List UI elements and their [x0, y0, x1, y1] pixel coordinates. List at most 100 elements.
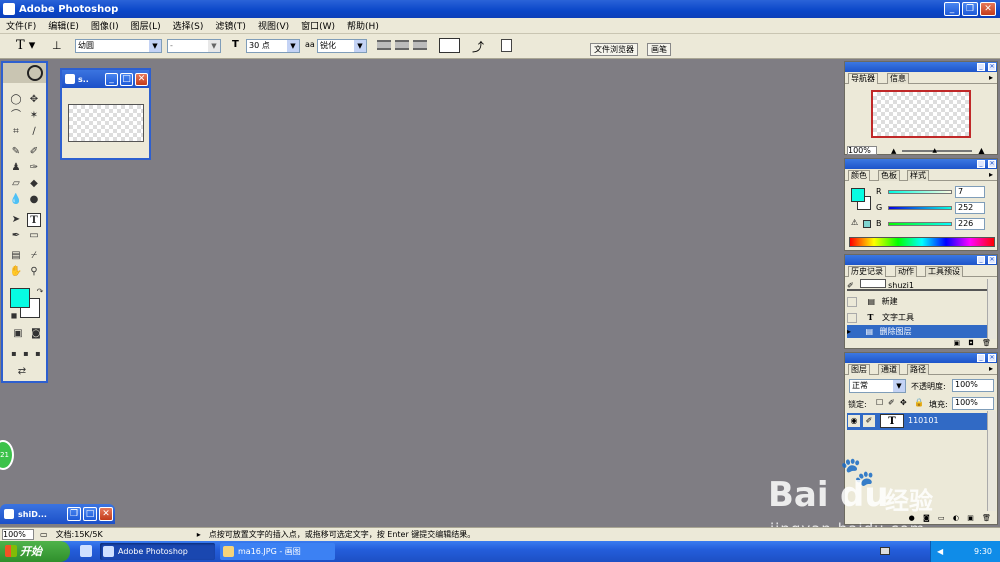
zoom-in-icon[interactable]: ▲	[978, 146, 984, 155]
status-zoom[interactable]: 100%	[2, 529, 34, 540]
doc-close-button[interactable]: ✕	[135, 72, 148, 86]
status-menu-icon[interactable]: ▸	[197, 530, 201, 539]
history-item[interactable]: ▤ 新建	[847, 295, 987, 309]
minimize-button[interactable]: _	[944, 2, 960, 16]
restore-button[interactable]: ❐	[962, 2, 978, 16]
history-item[interactable]: T 文字工具	[847, 310, 987, 324]
gamut-warning-icon[interactable]: ⚠	[851, 218, 858, 227]
fill-input[interactable]: 100%	[952, 397, 994, 410]
b-slider[interactable]	[888, 222, 952, 226]
palettes-toggle-icon[interactable]	[501, 39, 512, 52]
eraser-icon[interactable]: ▱	[9, 177, 23, 191]
color-foreground-swatch[interactable]	[851, 188, 865, 202]
text-color-swatch[interactable]	[439, 38, 460, 53]
doc-maximize-button[interactable]: □	[120, 72, 133, 86]
r-slider[interactable]	[888, 190, 952, 194]
menu-window[interactable]: 窗口(W)	[295, 19, 341, 32]
standard-mode-icon[interactable]: ▣	[11, 327, 25, 341]
g-slider[interactable]	[888, 206, 952, 210]
navigator-zoom-value[interactable]: 100%	[847, 146, 877, 155]
text-orientation-icon[interactable]: ⊥	[52, 39, 62, 52]
adjustment-layer-icon[interactable]: ◐	[953, 514, 959, 522]
tab-actions[interactable]: 动作	[895, 266, 917, 277]
new-snapshot-icon[interactable]: ◘	[968, 339, 974, 347]
minimized-document-window[interactable]: shiD... ❐ □ ✕	[0, 504, 115, 524]
tab-history[interactable]: 历史记录	[848, 266, 886, 277]
document-window[interactable]: s.. _ □ ✕	[60, 68, 151, 160]
align-right-icon[interactable]	[413, 40, 427, 50]
tab-brushes[interactable]: 画笔	[647, 43, 671, 56]
navigator-preview[interactable]	[871, 90, 971, 138]
history-item-active[interactable]: ▸ ▤ 删除图层	[847, 325, 987, 338]
history-brush-icon[interactable]: ✑	[27, 161, 41, 175]
marquee-icon[interactable]: ◯	[9, 93, 23, 107]
new-document-from-state-icon[interactable]: ▣	[953, 339, 960, 347]
swap-colors-icon[interactable]: ↷	[33, 285, 47, 299]
blur-icon[interactable]: 💧	[9, 193, 23, 207]
b-input[interactable]: 226	[955, 218, 985, 230]
menu-image[interactable]: 图像(I)	[85, 19, 125, 32]
keyboard-tray-icon[interactable]	[880, 547, 890, 555]
menu-file[interactable]: 文件(F)	[0, 19, 42, 32]
zoom-icon[interactable]: ⚲	[27, 265, 41, 279]
menu-view[interactable]: 视图(V)	[252, 19, 295, 32]
shape-icon[interactable]: ▭	[27, 229, 41, 243]
tab-info[interactable]: 信息	[887, 73, 909, 84]
move-icon[interactable]: ✥	[27, 93, 41, 107]
zoom-out-icon[interactable]: ▲	[891, 147, 896, 155]
antialias-select[interactable]: 锐化 ▼	[317, 39, 367, 53]
quick-mask-icon[interactable]: ◙	[29, 327, 43, 341]
gamut-swatch[interactable]	[863, 220, 871, 228]
tab-styles[interactable]: 样式	[907, 170, 929, 181]
min-restore-button[interactable]: ❐	[67, 507, 81, 521]
side-floating-badge[interactable]: 21	[0, 440, 14, 470]
align-center-icon[interactable]	[395, 40, 409, 50]
close-button[interactable]: ✕	[980, 2, 996, 16]
slice-icon[interactable]: ∕	[27, 125, 41, 139]
tab-layers[interactable]: 图层	[848, 364, 870, 375]
type-icon[interactable]: T	[27, 213, 41, 227]
brush-link-icon[interactable]: ✐	[863, 415, 875, 427]
jump-to-imageready-icon[interactable]: ⇄	[15, 365, 29, 379]
align-left-icon[interactable]	[377, 40, 391, 50]
hand-icon[interactable]: ✋	[9, 265, 23, 279]
dodge-icon[interactable]: ●	[27, 193, 41, 207]
tab-navigator[interactable]: 导航器	[848, 73, 878, 84]
color-spectrum-bar[interactable]	[849, 237, 995, 247]
doc-minimize-button[interactable]: _	[105, 72, 118, 86]
font-family-select[interactable]: 幼圆 ▼	[75, 39, 162, 53]
blend-mode-select[interactable]: 正常 ▼	[849, 379, 906, 393]
paint-bucket-icon[interactable]: ◆	[27, 177, 41, 191]
layers-scrollbar[interactable]	[987, 411, 996, 511]
zoom-slider[interactable]: ▲	[902, 147, 973, 154]
tab-file-browser[interactable]: 文件浏览器	[590, 43, 638, 56]
lasso-icon[interactable]: ⌒	[9, 109, 23, 123]
text-tool-icon[interactable]: T ▾	[16, 38, 35, 53]
path-select-icon[interactable]: ➤	[9, 213, 23, 227]
adobe-eye-icon[interactable]	[27, 65, 43, 81]
new-layer-icon[interactable]: ▣	[967, 514, 974, 522]
document-canvas[interactable]	[68, 104, 144, 142]
warp-text-icon[interactable]: ⤴	[472, 38, 484, 55]
tab-swatches[interactable]: 色板	[878, 170, 900, 181]
menu-edit[interactable]: 编辑(E)	[42, 19, 85, 32]
r-input[interactable]: 7	[955, 186, 985, 198]
palette-menu-icon[interactable]: ▸	[987, 73, 995, 84]
quick-launch-icon[interactable]	[80, 545, 92, 557]
lock-transparency-icon[interactable]: ☐	[876, 398, 883, 407]
font-style-select[interactable]: - ▼	[167, 39, 221, 53]
healing-brush-icon[interactable]: ✎	[9, 145, 23, 159]
stamp-icon[interactable]: ♟	[9, 161, 23, 175]
layer-row[interactable]: ◉ ✐ T 110101	[847, 413, 995, 430]
palette-menu-icon[interactable]: ▸	[987, 364, 995, 375]
delete-state-icon[interactable]: 🗑	[982, 339, 991, 347]
palette-menu-icon[interactable]: ▸	[987, 170, 995, 181]
brush-icon[interactable]: ✐	[27, 145, 41, 159]
document-title-bar[interactable]: s.. _ □ ✕	[62, 70, 149, 88]
tab-tool-presets[interactable]: 工具预设	[925, 266, 963, 277]
taskbar-item-photoshop[interactable]: Adobe Photoshop	[100, 543, 215, 560]
lock-image-icon[interactable]: ✐	[888, 398, 895, 407]
taskbar-item-paint[interactable]: ma16.JPG - 画图	[220, 543, 335, 560]
visibility-eye-icon[interactable]: ◉	[848, 415, 860, 427]
lock-all-icon[interactable]: 🔒	[914, 398, 924, 407]
